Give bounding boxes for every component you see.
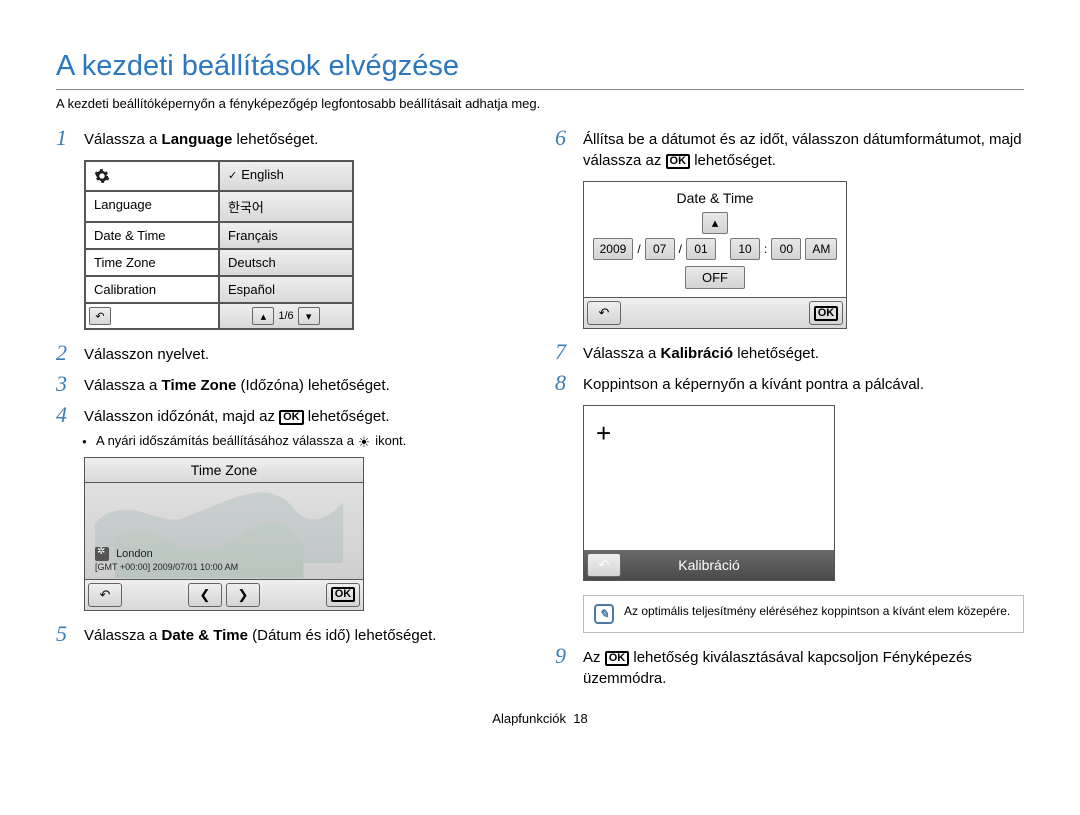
dateformat-off-button[interactable]: OFF	[685, 266, 745, 289]
month-field[interactable]: 07	[645, 238, 675, 260]
dst-icon[interactable]	[95, 547, 109, 561]
step-1-bold: Language	[162, 131, 233, 148]
menu-item-datetime[interactable]: Date & Time	[85, 222, 219, 249]
lang-option-espanol[interactable]: Español	[219, 276, 353, 303]
minute-field[interactable]: 00	[771, 238, 801, 260]
menu-item-language[interactable]: Language	[85, 191, 219, 222]
page-down-icon[interactable]: ▾	[298, 307, 320, 325]
step-8: 8 Koppintson a képernyőn a kívánt pontra…	[555, 374, 1024, 395]
calibration-label: Kalibráció	[621, 557, 797, 573]
step-4: 4 Válasszon időzónát, majd az OK lehetős…	[56, 406, 525, 427]
page-title: A kezdeti beállítások elvégzése	[56, 50, 1024, 90]
pager-label: 1/6	[278, 310, 293, 322]
hour-field[interactable]: 10	[730, 238, 760, 260]
step-1-pre: Válassza a	[84, 131, 162, 148]
datetime-title: Date & Time	[592, 190, 838, 206]
gear-icon	[85, 161, 219, 191]
day-field[interactable]: 01	[686, 238, 716, 260]
prev-button[interactable]: ❮	[188, 583, 222, 607]
menu-item-calibration[interactable]: Calibration	[85, 276, 219, 303]
pager: ▴ 1/6 ▾	[219, 303, 353, 329]
back-button[interactable]: ↶	[587, 553, 621, 577]
timezone-city: London	[116, 547, 153, 559]
ampm-field[interactable]: AM	[805, 238, 837, 260]
timezone-screenshot: Time Zone London [GMT +00:00] 2009/07/01…	[84, 457, 364, 611]
lang-option-english[interactable]: English	[219, 161, 353, 191]
timezone-info: [GMT +00:00] 2009/07/01 10:00 AM	[95, 562, 238, 572]
ok-button[interactable]: OK	[326, 583, 360, 607]
ok-icon: OK	[666, 154, 691, 169]
page-up-icon[interactable]: ▴	[252, 307, 274, 325]
step-6: 6 Állítsa be a dátumot és az időt, válas…	[555, 129, 1024, 171]
crosshair-icon: +	[596, 418, 611, 449]
next-button[interactable]: ❯	[226, 583, 260, 607]
ok-icon: OK	[279, 410, 304, 425]
calibration-area[interactable]: +	[584, 406, 834, 550]
value-up-button[interactable]: ▴	[702, 212, 728, 234]
info-icon: ✎	[594, 604, 614, 624]
menu-item-timezone[interactable]: Time Zone	[85, 249, 219, 276]
ok-icon: OK	[605, 651, 630, 666]
step-2-text: Válasszon nyelvet.	[84, 344, 525, 365]
step-2: 2 Válasszon nyelvet.	[56, 344, 525, 365]
year-field[interactable]: 2009	[593, 238, 634, 260]
back-icon[interactable]: ↶	[89, 307, 111, 325]
step-9: 9 Az OK lehetőség kiválasztásával kapcso…	[555, 647, 1024, 689]
lang-option-francais[interactable]: Français	[219, 222, 353, 249]
page-subtitle: A kezdeti beállítóképernyőn a fényképező…	[56, 96, 1024, 111]
info-note: ✎ Az optimális teljesítmény eléréséhez k…	[583, 595, 1024, 633]
datetime-screenshot: Date & Time ▴ 2009/ 07/ 01 10: 00 AM OFF…	[583, 181, 847, 329]
ok-button[interactable]: OK	[809, 301, 843, 325]
lang-option-korean[interactable]: 한국어	[219, 191, 353, 222]
step-number: 1	[56, 127, 74, 150]
info-note-text: Az optimális teljesítmény eléréséhez kop…	[624, 604, 1010, 618]
step-4-note: A nyári időszámítás beállításához válass…	[56, 433, 525, 449]
step-7: 7 Válassza a Kalibráció lehetőséget.	[555, 343, 1024, 364]
calibration-screenshot: + ↶ Kalibráció	[583, 405, 835, 581]
back-button[interactable]: ↶	[587, 301, 621, 325]
language-menu-screenshot: English Language 한국어 Date & Time Françai…	[84, 160, 354, 330]
step-8-text: Koppintson a képernyőn a kívánt pontra a…	[583, 374, 1024, 395]
lang-option-deutsch[interactable]: Deutsch	[219, 249, 353, 276]
sun-icon	[358, 435, 372, 449]
back-button[interactable]: ↶	[88, 583, 122, 607]
step-1-post: lehetőséget.	[232, 131, 318, 148]
timezone-title: Time Zone	[85, 458, 363, 483]
step-3: 3 Válassza a Time Zone (Időzóna) lehetős…	[56, 375, 525, 396]
step-5: 5 Válassza a Date & Time (Dátum és idő) …	[56, 625, 525, 646]
page-footer: Alapfunkciók 18	[56, 711, 1024, 726]
timezone-map[interactable]: London [GMT +00:00] 2009/07/01 10:00 AM	[85, 483, 363, 579]
step-1: 1 Válassza a Language lehetőséget.	[56, 129, 525, 150]
